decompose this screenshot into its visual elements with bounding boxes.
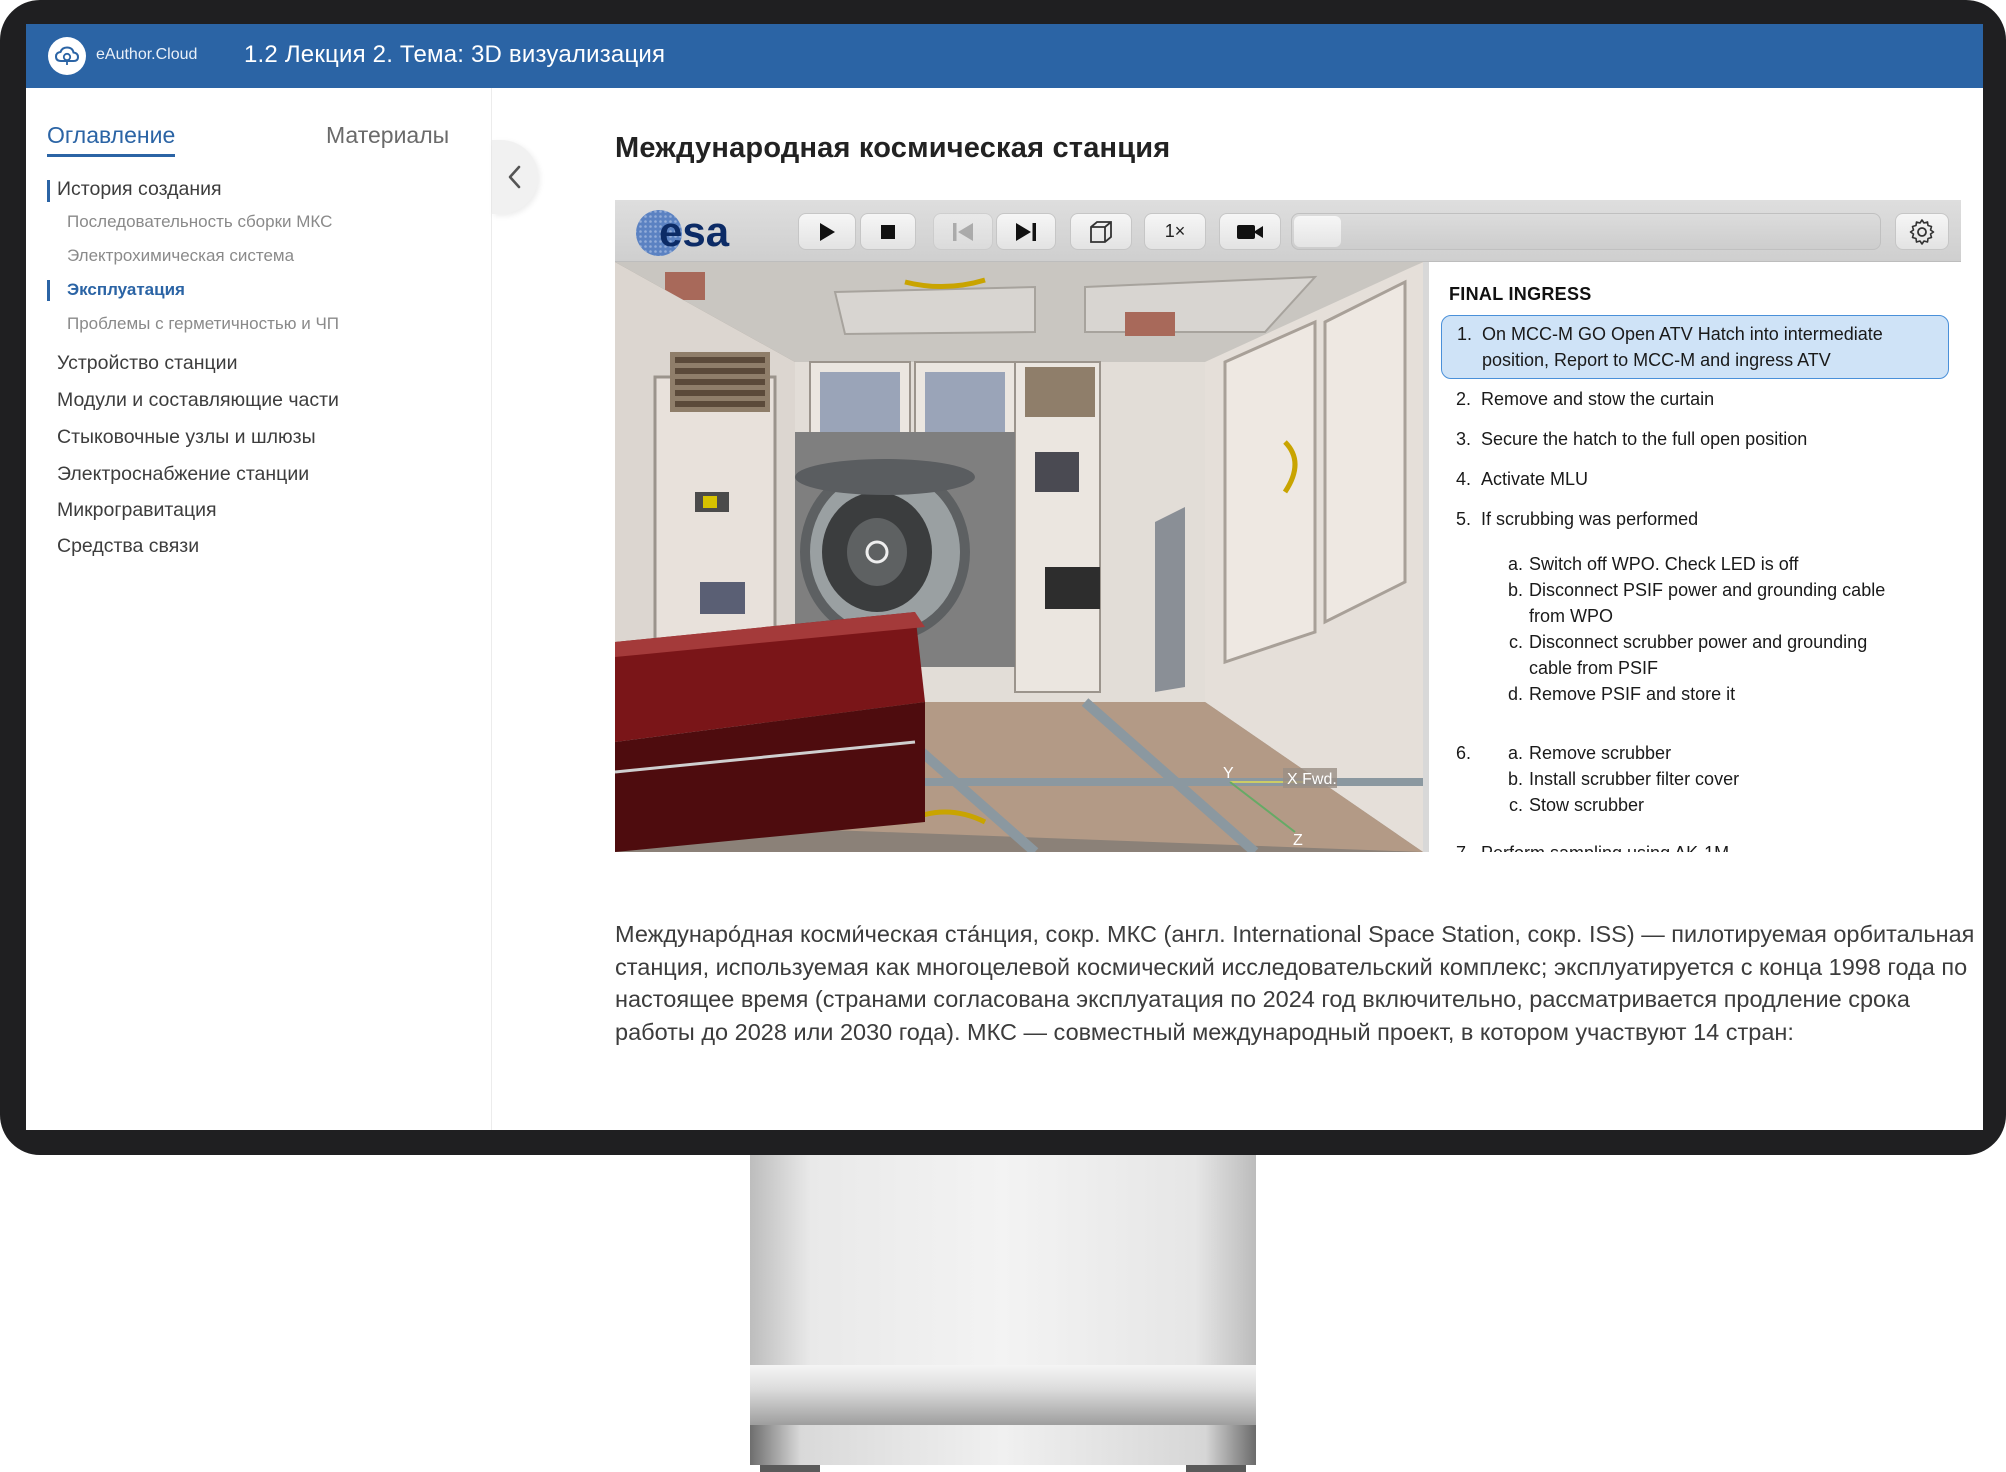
procedure-step-6[interactable]: 6. [1441,740,1481,766]
procedure-step-3[interactable]: 3. Secure the hatch to the full open pos… [1441,426,1949,452]
header-bar: eAuthor.Cloud 1.2 Лекция 2. Тема: 3D виз… [26,24,1983,88]
skip-forward-icon [1016,222,1036,241]
toc-item-microgravity[interactable]: Микрогравитация [57,499,217,522]
next-step-button[interactable] [996,213,1056,250]
play-button[interactable] [798,213,856,250]
stop-button[interactable] [860,213,916,250]
toc-item-assembly-sequence[interactable]: Последовательность сборки МКС [67,212,332,232]
monitor-stand [750,1150,1256,1425]
stop-icon [881,224,895,239]
toc-item-leak-problems[interactable]: Проблемы с герметичностью и ЧП [67,314,339,334]
toc-item-modules[interactable]: Модули и составляющие части [57,389,339,412]
lesson-title: 1.2 Лекция 2. Тема: 3D визуализация [244,41,666,68]
article-paragraph: Междунаро́дная косми́ческая ста́нция, со… [615,921,1975,1045]
axis-label-z: Z [1293,832,1303,849]
video-camera-icon [1237,224,1263,239]
toc-item-history[interactable]: История создания [57,178,222,201]
playback-progress-bar[interactable] [1291,213,1881,250]
view-mode-button[interactable] [1070,213,1132,250]
speed-label: 1× [1164,221,1186,241]
tab-materials[interactable]: Материалы [326,122,449,149]
procedure-title: FINAL INGRESS [1449,284,1592,304]
3d-scene-view[interactable]: Y X Fwd. Z [615,262,1423,852]
brand-name: eAuthor.Cloud [96,46,198,63]
monitor-bezel: eAuthor.Cloud 1.2 Лекция 2. Тема: 3D виз… [0,0,2006,1155]
screen: eAuthor.Cloud 1.2 Лекция 2. Тема: 3D виз… [26,24,1983,1130]
playback-progress-fill [1294,216,1341,247]
esa-logo-text: esa [659,208,730,255]
monitor-stand-base [750,1425,1256,1465]
monitor-foot-right [1186,1465,1246,1472]
sidebar: Оглавление Материалы История создания По… [26,88,492,1130]
settings-button[interactable] [1895,213,1949,250]
procedure-substep-5b[interactable]: b. Disconnect PSIF power and grounding c… [1501,577,1941,629]
toc-item-station-structure[interactable]: Устройство станции [57,352,237,375]
toc-item-power-supply[interactable]: Электроснабжение станции [57,463,309,486]
procedure-step-7[interactable]: 7. Perform sampling using AK-1M [1441,840,1949,852]
skip-back-icon [953,222,973,241]
3d-viewer: esa 1× Y X Fwd. Z FINAL INGRESS 1. On MC… [615,200,1961,852]
collapse-sidebar-button[interactable] [492,140,538,214]
toc-item-operation[interactable]: Эксплуатация [67,280,185,300]
chevron-left-icon [508,165,521,189]
play-icon [820,222,835,241]
esa-logo: esa [633,204,783,260]
viewer-toolbar: esa 1× [615,200,1961,262]
axis-label-x: X Fwd. [1287,771,1337,788]
toc-item-communications[interactable]: Средства связи [57,535,199,558]
page-title: Международная космическая станция [615,132,1171,164]
speed-button[interactable]: 1× [1144,213,1206,250]
procedure-step-1[interactable]: 1. On MCC-M GO Open ATV Hatch into inter… [1441,315,1949,379]
camera-button[interactable] [1219,213,1281,250]
previous-step-button[interactable] [933,213,993,250]
monitor-foot-left [760,1465,820,1472]
cloud-logo-icon[interactable] [48,37,86,75]
gear-icon [1909,218,1935,245]
toc-item-docking-ports[interactable]: Стыковочные узлы и шлюзы [57,426,316,449]
procedure-step-5[interactable]: 5. If scrubbing was performed [1441,506,1949,532]
procedure-step-2[interactable]: 2. Remove and stow the curtain [1441,386,1949,412]
cube-icon [1090,220,1112,243]
procedure-panel: FINAL INGRESS 1. On MCC-M GO Open ATV Ha… [1423,262,1961,852]
procedure-step-4[interactable]: 4. Activate MLU [1441,466,1949,492]
section-indicator [47,180,50,202]
toc-item-electrochemical-system[interactable]: Электрохимическая система [67,246,294,266]
procedure-substep-5c[interactable]: c. Disconnect scrubber power and groundi… [1501,629,1941,681]
tab-table-of-contents[interactable]: Оглавление [47,122,176,157]
active-item-indicator [47,280,50,301]
axis-label-y: Y [1223,765,1234,782]
